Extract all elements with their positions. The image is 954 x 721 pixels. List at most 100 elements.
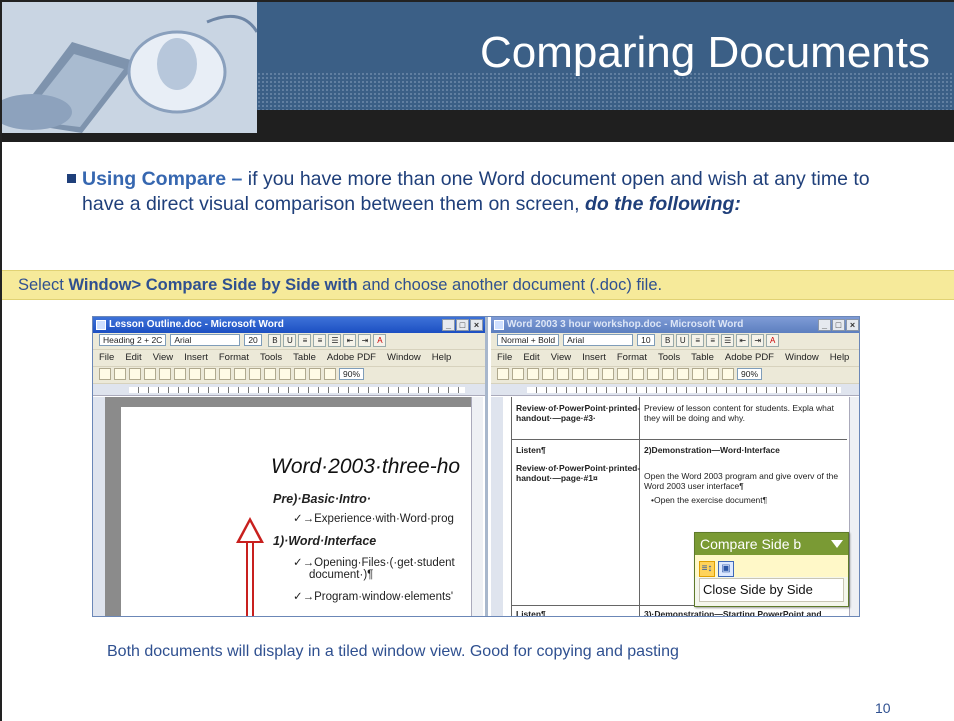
menu-file[interactable]: File — [99, 352, 114, 363]
menu-table[interactable]: Table — [293, 352, 316, 363]
font-color-icon[interactable]: A — [766, 333, 780, 347]
center-icon[interactable]: ≡ — [706, 333, 720, 347]
show-hide-icon[interactable] — [722, 368, 734, 381]
redo-icon[interactable] — [309, 368, 321, 381]
maximize-button[interactable]: □ — [456, 319, 469, 331]
undo-icon[interactable] — [294, 368, 306, 381]
menu-view[interactable]: View — [153, 352, 173, 363]
menu-window[interactable]: Window — [785, 352, 819, 363]
menu-table[interactable]: Table — [691, 352, 714, 363]
print-preview-icon[interactable] — [587, 368, 599, 381]
indent-icon[interactable]: ⇤ — [343, 333, 357, 347]
new-icon[interactable] — [99, 368, 111, 381]
permission-icon[interactable] — [542, 368, 554, 381]
dropdown-arrow-icon[interactable] — [831, 540, 843, 548]
print-icon[interactable] — [572, 368, 584, 381]
new-icon[interactable] — [497, 368, 509, 381]
font-color-icon[interactable]: A — [373, 333, 387, 347]
menu-help[interactable]: Help — [830, 352, 850, 363]
font-box[interactable]: Arial — [563, 334, 634, 347]
style-box[interactable]: Normal + Bold — [497, 334, 560, 347]
menu-edit[interactable]: Edit — [125, 352, 141, 363]
email-icon[interactable] — [159, 368, 171, 381]
permission-icon[interactable] — [144, 368, 156, 381]
zoom-box[interactable]: 90% — [339, 368, 365, 381]
right-window-title: Word 2003 3 hour workshop.doc - Microsof… — [507, 319, 744, 330]
menu-window[interactable]: Window — [387, 352, 421, 363]
menu-format[interactable]: Format — [617, 352, 647, 363]
minimize-button[interactable]: _ — [818, 319, 831, 331]
redo-icon[interactable] — [707, 368, 719, 381]
table-cell: Review·of·PowerPoint·printed-handout·—pa… — [516, 403, 641, 423]
open-icon[interactable] — [512, 368, 524, 381]
underline-icon[interactable]: U — [283, 333, 297, 347]
menu-tools[interactable]: Tools — [260, 352, 282, 363]
indent-icon[interactable]: ⇤ — [736, 333, 750, 347]
zoom-box[interactable]: 90% — [737, 368, 763, 381]
bullets-icon[interactable]: ☰ — [328, 333, 342, 347]
save-icon[interactable] — [527, 368, 539, 381]
print-preview-icon[interactable] — [189, 368, 201, 381]
center-icon[interactable]: ≡ — [313, 333, 327, 347]
save-icon[interactable] — [129, 368, 141, 381]
menu-insert[interactable]: Insert — [582, 352, 606, 363]
menu-tools[interactable]: Tools — [658, 352, 680, 363]
bullets-icon[interactable]: ☰ — [721, 333, 735, 347]
menu-file[interactable]: File — [497, 352, 512, 363]
spelling-icon[interactable] — [204, 368, 216, 381]
style-box[interactable]: Heading 2 + 2C — [99, 334, 167, 347]
document-page[interactable]: Word·2003·three-ho Pre)·Basic·Intro· ✓→E… — [121, 407, 471, 616]
outdent-icon[interactable]: ⇥ — [751, 333, 765, 347]
menu-format[interactable]: Format — [219, 352, 249, 363]
maximize-button[interactable]: □ — [832, 319, 845, 331]
right-title-bar[interactable]: Word 2003 3 hour workshop.doc - Microsof… — [491, 317, 859, 333]
standard-toolbar: 90% — [491, 367, 859, 384]
paste-icon[interactable] — [662, 368, 674, 381]
outdent-icon[interactable]: ⇥ — [358, 333, 372, 347]
close-button[interactable]: × — [846, 319, 859, 331]
open-icon[interactable] — [114, 368, 126, 381]
research-icon[interactable] — [617, 368, 629, 381]
bullet-lead: Using Compare — [82, 168, 227, 190]
minimize-button[interactable]: _ — [442, 319, 455, 331]
bold-icon[interactable]: B — [661, 333, 675, 347]
format-painter-icon[interactable] — [279, 368, 291, 381]
close-button[interactable]: × — [470, 319, 483, 331]
menu-adobe-pdf[interactable]: Adobe PDF — [327, 352, 376, 363]
copy-icon[interactable] — [249, 368, 261, 381]
close-side-by-side-button[interactable]: Close Side by Side — [699, 578, 844, 602]
undo-icon[interactable] — [692, 368, 704, 381]
size-box[interactable]: 20 — [244, 334, 262, 347]
reset-window-position-icon[interactable]: ▣ — [718, 561, 734, 577]
doc-line: 1)·Word·Interface — [273, 534, 377, 548]
bold-icon[interactable]: B — [268, 333, 282, 347]
cut-icon[interactable] — [234, 368, 246, 381]
print-icon[interactable] — [174, 368, 186, 381]
synchronous-scrolling-icon[interactable]: ≡↕ — [699, 561, 715, 577]
underline-icon[interactable]: U — [676, 333, 690, 347]
menu-edit[interactable]: Edit — [523, 352, 539, 363]
show-hide-icon[interactable] — [324, 368, 336, 381]
align-left-icon[interactable]: ≡ — [691, 333, 705, 347]
email-icon[interactable] — [557, 368, 569, 381]
research-icon[interactable] — [219, 368, 231, 381]
menu-help[interactable]: Help — [432, 352, 452, 363]
paste-icon[interactable] — [264, 368, 276, 381]
spelling-icon[interactable] — [602, 368, 614, 381]
copy-icon[interactable] — [647, 368, 659, 381]
size-box[interactable]: 10 — [637, 334, 655, 347]
align-left-icon[interactable]: ≡ — [298, 333, 312, 347]
font-box[interactable]: Arial — [170, 334, 241, 347]
vertical-scrollbar[interactable] — [849, 397, 859, 616]
menu-insert[interactable]: Insert — [184, 352, 208, 363]
page-number: 10 — [875, 700, 891, 716]
red-arrow-shaft — [246, 543, 254, 616]
compare-toolbar-title[interactable]: Compare Side b — [695, 533, 848, 555]
menu-view[interactable]: View — [551, 352, 571, 363]
vertical-scrollbar[interactable] — [471, 397, 483, 616]
cut-icon[interactable] — [632, 368, 644, 381]
format-painter-icon[interactable] — [677, 368, 689, 381]
left-menu-bar: File Edit View Insert Format Tools Table Adobe … — [93, 350, 485, 367]
left-title-bar[interactable]: Lesson Outline.doc - Microsoft Word _ □ … — [93, 317, 485, 333]
menu-adobe-pdf[interactable]: Adobe PDF — [725, 352, 774, 363]
